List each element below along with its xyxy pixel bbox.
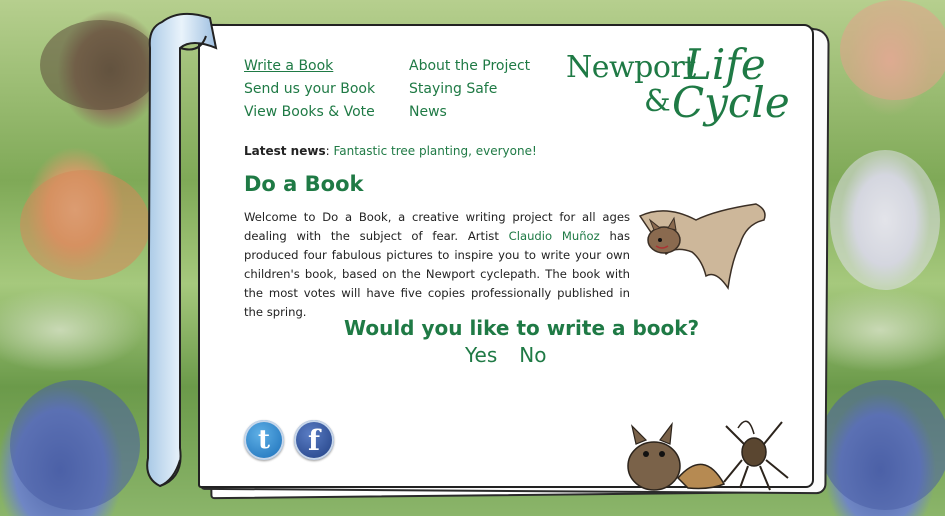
nav-write-a-book[interactable]: Write a Book: [244, 58, 333, 74]
twitter-icon[interactable]: t: [244, 420, 284, 460]
illustration-figure: [840, 0, 945, 100]
nav-news[interactable]: News: [409, 104, 447, 120]
illustration-figure: [20, 170, 150, 280]
artist-link[interactable]: Claudio Muñoz: [509, 229, 600, 243]
latest-news: Latest news: Fantastic tree planting, ev…: [244, 144, 537, 158]
critters-illustration: [614, 408, 804, 492]
latest-news-separator: :: [325, 144, 330, 158]
bat-illustration: [636, 200, 772, 300]
nav-send-us-your-book[interactable]: Send us your Book: [244, 81, 375, 97]
illustration-figure: [10, 380, 140, 510]
logo-ampersand: &: [644, 84, 671, 119]
latest-news-link[interactable]: Fantastic tree planting, everyone!: [333, 144, 536, 158]
facebook-icon[interactable]: f: [294, 420, 334, 460]
site-logo[interactable]: Newport Life & Cycle: [564, 40, 804, 130]
write-book-question: Would you like to write a book?: [344, 316, 700, 340]
scroll-roll: [140, 8, 220, 492]
no-button[interactable]: No: [519, 343, 546, 367]
nav-staying-safe[interactable]: Staying Safe: [409, 81, 497, 97]
illustration-figure: [830, 150, 940, 290]
intro-paragraph: Welcome to Do a Book, a creative writing…: [244, 208, 630, 322]
latest-news-label: Latest news: [244, 144, 326, 158]
nav-about-the-project[interactable]: About the Project: [409, 58, 530, 74]
twitter-glyph: t: [257, 425, 270, 455]
facebook-glyph: f: [307, 423, 321, 457]
yes-button[interactable]: Yes: [465, 343, 497, 367]
answer-options: Yes No: [465, 343, 569, 367]
logo-word-cycle: Cycle: [672, 78, 790, 127]
illustration-figure: [820, 380, 945, 510]
nav-view-books-vote[interactable]: View Books & Vote: [244, 104, 375, 120]
page-title: Do a Book: [244, 172, 364, 196]
